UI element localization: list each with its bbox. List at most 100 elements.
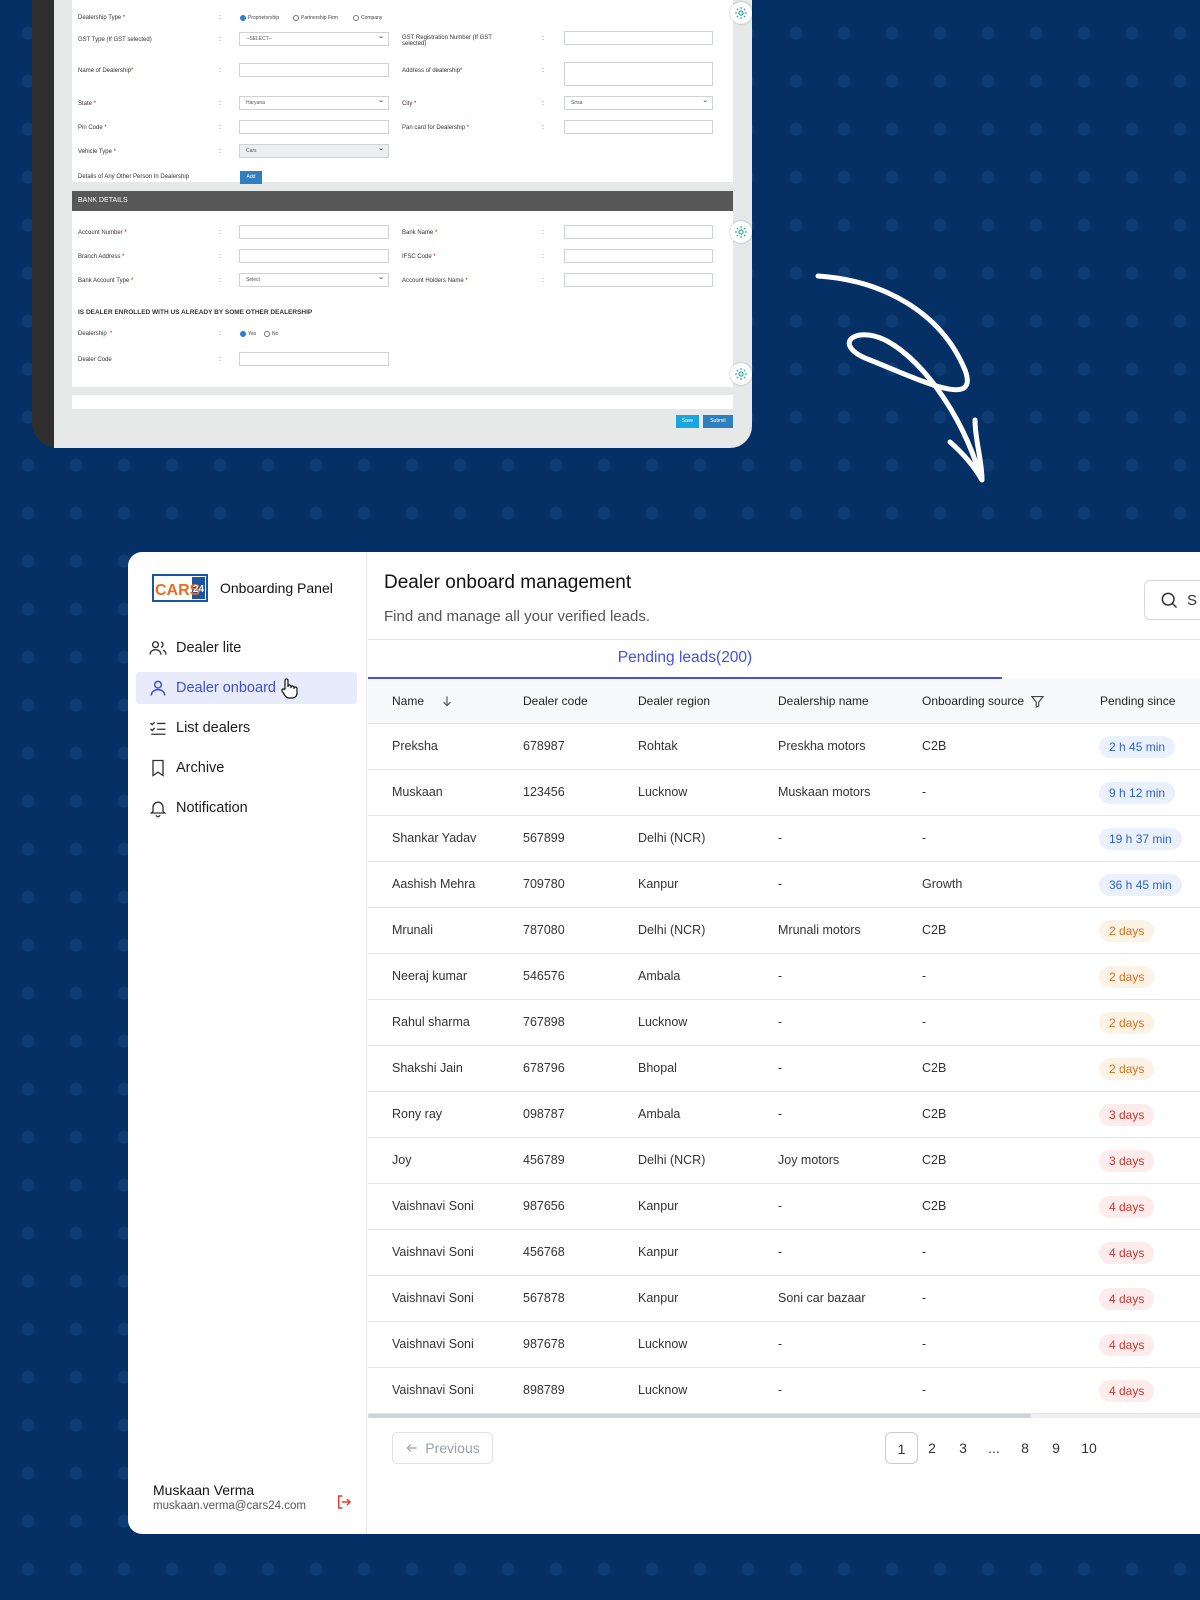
pan-card-input[interactable] (564, 120, 713, 134)
cell-dealer-region: Kanpur (638, 1245, 679, 1259)
arrow-left-icon (406, 1444, 417, 1452)
gst-registration-input[interactable] (564, 31, 713, 45)
table-row[interactable]: Preksha 678987 Rohtak Preskha motors C2B 2 h … (368, 724, 1200, 770)
radio-proprietorship[interactable]: Proprietorship (240, 15, 279, 21)
cell-name: Rahul sharma (392, 1015, 470, 1029)
save-button[interactable]: Save (676, 415, 699, 428)
sidebar-item-dealer-lite[interactable]: Dealer lite (136, 632, 357, 664)
cell-dealer-code: 456789 (523, 1153, 565, 1167)
horizontal-scrollbar[interactable] (368, 1414, 1200, 1418)
account-holder-input[interactable] (564, 273, 713, 287)
page-button-1[interactable]: 1 (885, 1432, 918, 1464)
page-button-3[interactable]: 3 (950, 1432, 976, 1464)
colon: : (219, 148, 221, 155)
account-type-select[interactable]: Select (239, 272, 389, 287)
table-row[interactable]: Shakshi Jain 678796 Bhopal - C2B 2 days (368, 1046, 1200, 1092)
dealership-address-textarea[interactable] (564, 62, 713, 86)
radio-company[interactable]: Company (353, 15, 382, 21)
cell-dealer-code: 098787 (523, 1107, 565, 1121)
settings-gear-icon[interactable] (730, 221, 752, 243)
sort-arrow-down-icon[interactable] (440, 694, 454, 708)
cell-dealer-region: Kanpur (638, 1199, 679, 1213)
search-input[interactable]: S (1144, 580, 1200, 620)
sidebar-item-list-dealers[interactable]: List dealers (136, 712, 357, 744)
logout-icon[interactable] (335, 1493, 353, 1511)
page-button-2[interactable]: 2 (919, 1432, 945, 1464)
page-button-10[interactable]: 10 (1076, 1432, 1102, 1464)
bank-name-input[interactable] (564, 225, 713, 239)
city-select[interactable]: Sirsa (564, 95, 713, 110)
hand-cursor-icon (281, 678, 298, 699)
colon: : (542, 124, 544, 131)
table-row[interactable]: Shankar Yadav 567899 Delhi (NCR) - - 19 h 37 … (368, 816, 1200, 862)
state-select[interactable]: Haryana (239, 95, 389, 110)
settings-gear-icon[interactable] (730, 2, 752, 24)
cell-dealer-code: 123456 (523, 785, 565, 799)
search-icon (1161, 592, 1178, 609)
table-row[interactable]: Neeraj kumar 546576 Ambala - - 2 days (368, 954, 1200, 1000)
previous-button[interactable]: Previous (392, 1432, 493, 1464)
sidebar-item-label: Dealer onboard (176, 680, 276, 696)
pending-since-badge: 3 days (1099, 1104, 1155, 1126)
cell-name: Vaishnavi Soni (392, 1337, 474, 1351)
table-row[interactable]: Joy 456789 Delhi (NCR) Joy motors C2B 3 days (368, 1138, 1200, 1184)
curly-arrow-icon (815, 273, 985, 483)
bank-details-header: BANK DETAILS (72, 191, 733, 211)
add-person-button[interactable]: Add (240, 171, 262, 184)
cell-name: Mrunali (392, 923, 433, 937)
account-number-label: Account Number * (78, 230, 127, 236)
page-button-8[interactable]: 8 (1012, 1432, 1038, 1464)
gst-type-select[interactable]: --SELECT-- (239, 31, 389, 46)
branch-address-label: Branch Address * (78, 254, 125, 260)
table-row[interactable]: Vaishnavi Soni 987678 Lucknow - - 4 days (368, 1322, 1200, 1368)
table-row[interactable]: Vaishnavi Soni 987656 Kanpur - C2B 4 days (368, 1184, 1200, 1230)
dealership-name-input[interactable] (239, 63, 389, 77)
cell-dealership-name: Joy motors (778, 1153, 840, 1167)
bell-icon (148, 798, 168, 818)
sidebar-item-archive[interactable]: Archive (136, 752, 357, 784)
column-onboarding-source[interactable]: Onboarding source (922, 679, 1045, 723)
dealer-code-input[interactable] (239, 352, 389, 366)
cell-onboarding-source: - (922, 1245, 927, 1259)
table-row[interactable]: Rony ray 098787 Ambala - C2B 3 days (368, 1092, 1200, 1138)
radio-partnership[interactable]: Partnership Firm (293, 15, 338, 21)
cell-name: Preksha (392, 739, 438, 753)
pending-since-badge: 2 days (1099, 1012, 1155, 1034)
state-label: State * (78, 101, 97, 107)
pending-since-badge: 4 days (1099, 1380, 1155, 1402)
page-button-9[interactable]: 9 (1043, 1432, 1069, 1464)
other-person-label: Details of Any Other Person In Dealershi… (78, 174, 190, 180)
table-row[interactable]: Mrunali 787080 Delhi (NCR) Mrunali motors C2… (368, 908, 1200, 954)
user-profile: Muskaan Verma muskaan.verma@cars24.com (153, 1482, 306, 1512)
colon: : (219, 330, 221, 337)
radio-no[interactable]: No (264, 331, 278, 337)
ifsc-input[interactable] (564, 249, 713, 263)
account-number-input[interactable] (239, 225, 389, 239)
table-row[interactable]: Vaishnavi Soni 567878 Kanpur Soni car bazaa… (368, 1276, 1200, 1322)
submit-button[interactable]: Submit (703, 415, 733, 428)
branch-address-input[interactable] (239, 249, 389, 263)
colon: : (542, 229, 544, 236)
cell-dealer-region: Lucknow (638, 1015, 688, 1029)
pin-code-input[interactable] (239, 120, 389, 134)
table-row[interactable]: Vaishnavi Soni 456768 Kanpur - - 4 days (368, 1230, 1200, 1276)
colon: : (219, 100, 221, 107)
cell-dealership-name: - (778, 1337, 783, 1351)
filter-icon[interactable] (1030, 694, 1045, 709)
cell-dealer-code: 567878 (523, 1291, 565, 1305)
pending-since-badge: 2 days (1099, 920, 1155, 942)
table-row[interactable]: Rahul sharma 767898 Lucknow - - 2 days (368, 1000, 1200, 1046)
table-row[interactable]: Muskaan 123456 Lucknow Muskaan motors - 9 h 1… (368, 770, 1200, 816)
column-name[interactable]: Name (392, 679, 454, 723)
table-row[interactable]: Vaishnavi Soni 898789 Lucknow - - 4 days (368, 1368, 1200, 1414)
settings-gear-icon[interactable] (730, 363, 752, 385)
sidebar-item-dealer-onboard[interactable]: Dealer onboard (136, 672, 357, 704)
cell-dealer-code: 567899 (523, 831, 565, 845)
vehicle-type-select[interactable]: Cars (239, 143, 389, 158)
tab-pending-leads[interactable]: Pending leads(200) (368, 646, 1002, 678)
radio-yes[interactable]: Yes (240, 331, 256, 337)
scrollbar-thumb[interactable] (368, 1414, 1031, 1418)
table-row[interactable]: Aashish Mehra 709780 Kanpur - Growth 36 h 45 … (368, 862, 1200, 908)
sidebar-item-notification[interactable]: Notification (136, 792, 357, 824)
page-title: Dealer onboard management (384, 572, 632, 593)
